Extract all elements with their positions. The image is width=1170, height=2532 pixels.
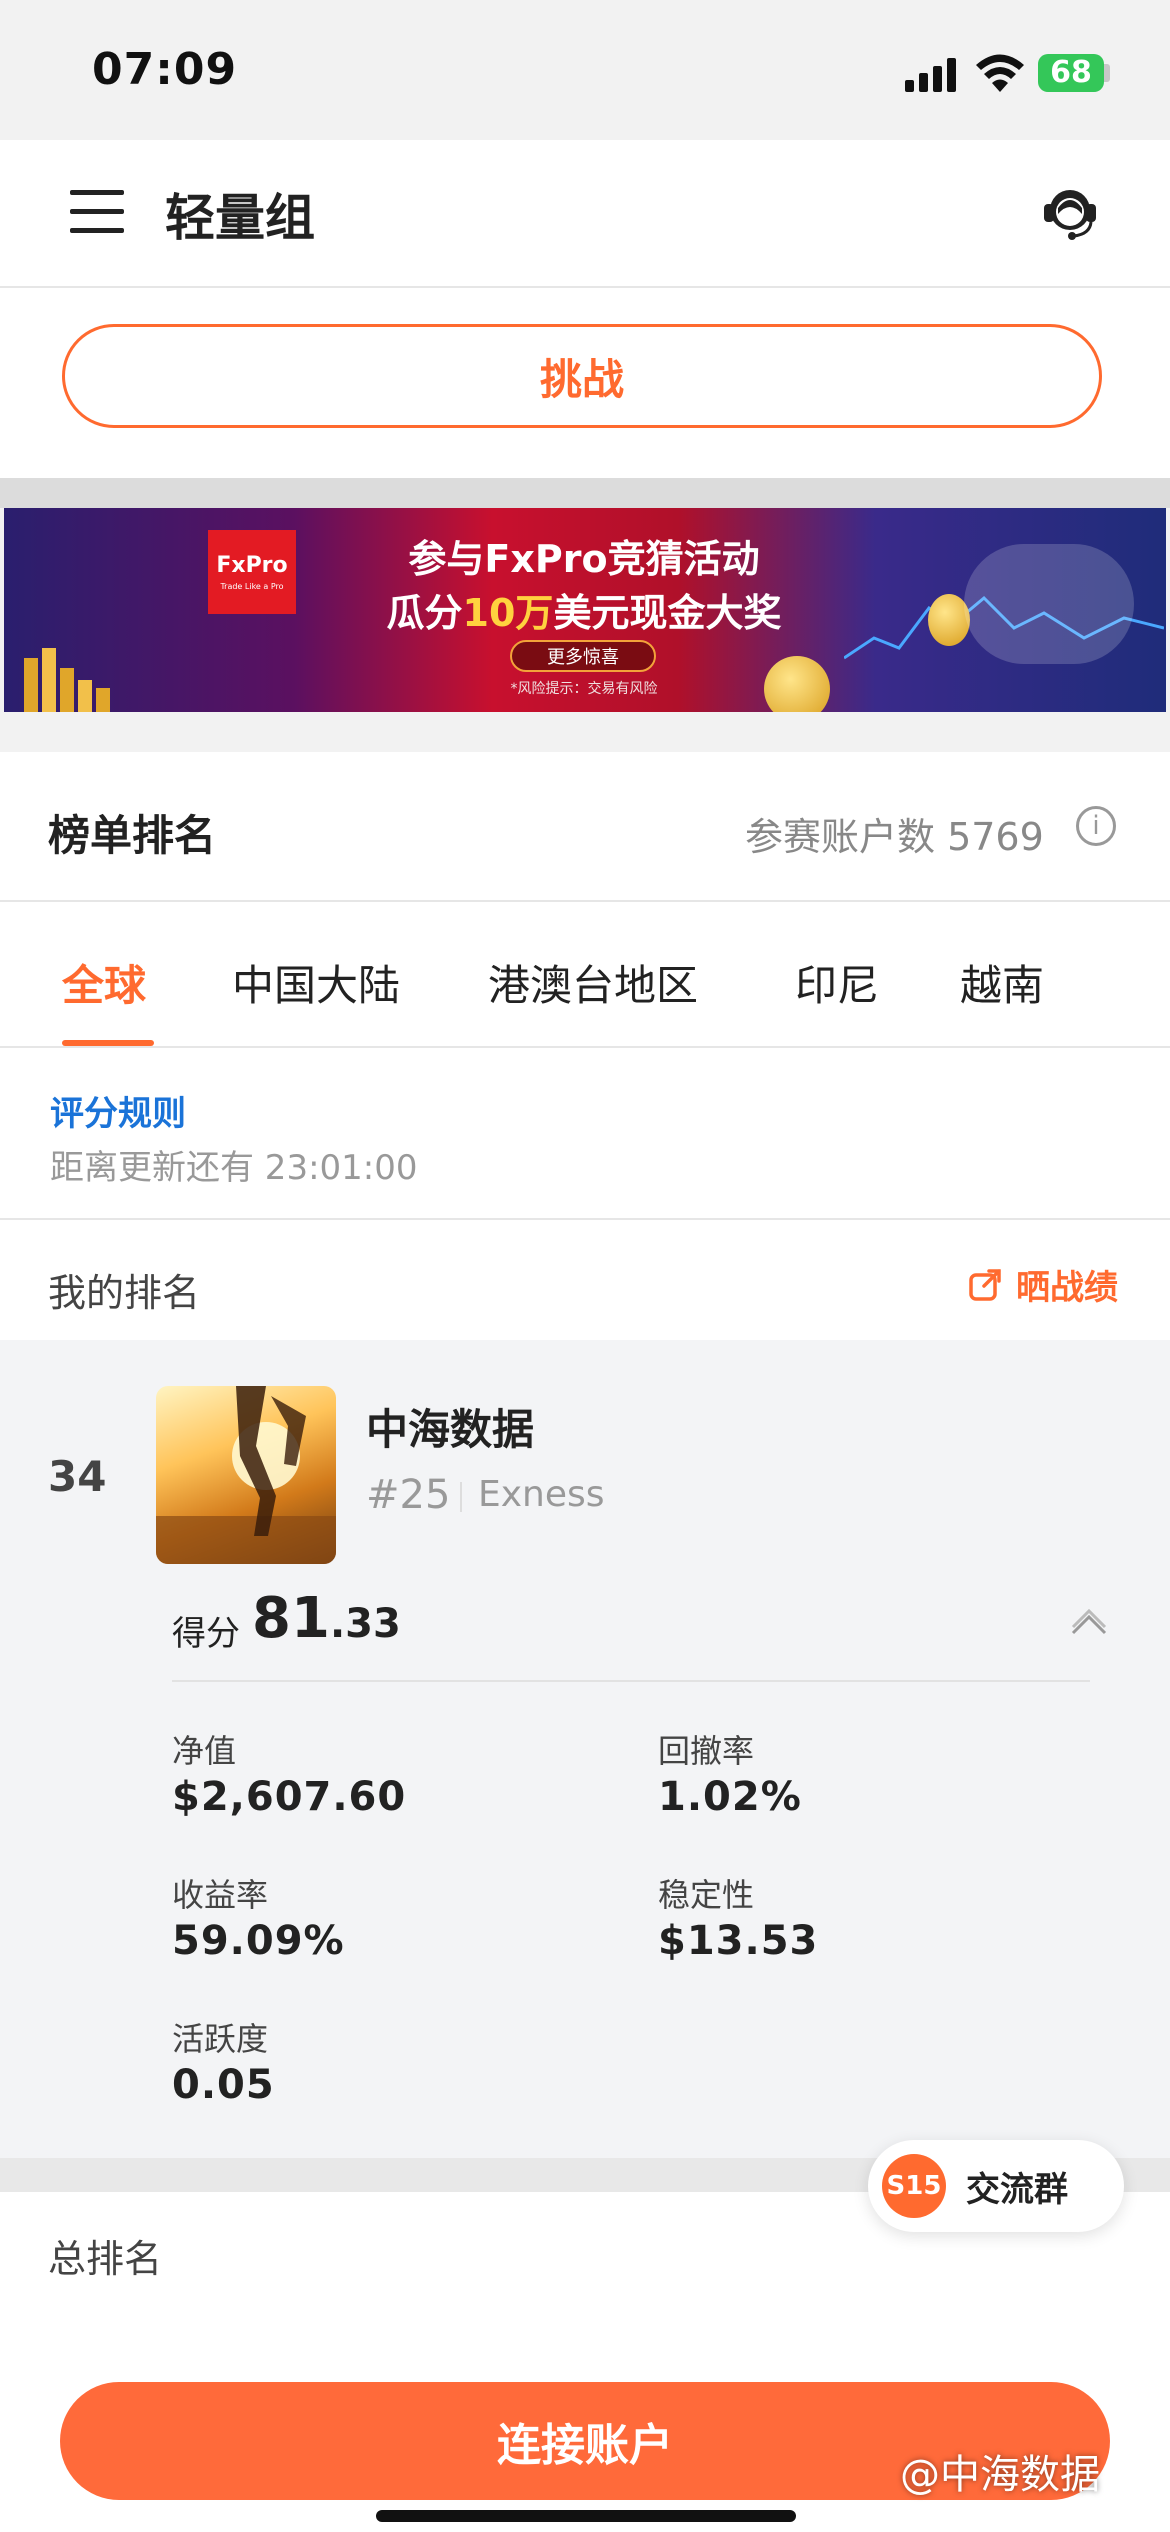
coin-stack-graphic	[24, 648, 110, 712]
tab-mainland-china[interactable]: 中国大陆	[232, 952, 400, 1013]
tab-hk-macau-taiwan[interactable]: 港澳台地区	[488, 952, 698, 1013]
leaderboard-title: 榜单排名	[48, 811, 217, 860]
score-label: 得分	[172, 1614, 240, 1654]
fxpro-logo: FxPro Trade Like a Pro	[208, 530, 296, 614]
chevron-up-icon[interactable]	[1070, 1608, 1108, 1636]
broker-name: Exness	[478, 1474, 605, 1515]
banner-more-button[interactable]: 更多惊喜	[510, 640, 656, 672]
metric-value-return: 59.09%	[172, 1918, 345, 1964]
page-title: 轻量组	[165, 189, 315, 247]
my-rank-card: 34 中海数据 #25 Exness 得分 81.33 净值 $2,607.60…	[0, 1340, 1170, 2158]
my-rank-title: 我的排名	[48, 1271, 201, 1315]
customer-service-icon[interactable]	[1038, 180, 1102, 244]
cellular-signal-icon	[905, 58, 956, 92]
metric-label-activity: 活跃度	[172, 2020, 269, 2058]
bottom-bar: 连接账户 @中海数据	[0, 2332, 1170, 2532]
chat-group-label: 交流群	[966, 2170, 1068, 2210]
battery-level: 68	[1050, 55, 1092, 90]
status-time: 07:09	[92, 44, 238, 95]
avatar	[156, 1386, 336, 1564]
share-results-button[interactable]: 晒战绩	[968, 1260, 1118, 1309]
runner-photo	[156, 1386, 336, 1564]
region-tabs: 全球 中国大陆 港澳台地区 印尼 越南	[0, 902, 1170, 1048]
info-icon[interactable]: i	[1076, 806, 1116, 846]
leaderboard-header: 榜单排名 参赛账户数 5769 i	[0, 752, 1170, 902]
menu-icon[interactable]	[70, 190, 124, 234]
metric-value-equity: $2,607.60	[172, 1774, 407, 1820]
banner-subheadline: 瓜分10万美元现金大奖	[386, 591, 782, 635]
rules-section: 评分规则 距离更新还有 23:01:00	[0, 1048, 1170, 1220]
account-name: 中海数据	[366, 1405, 535, 1454]
score-value: 81.33	[252, 1586, 401, 1651]
metric-label-return: 收益率	[172, 1876, 269, 1914]
home-indicator	[376, 2510, 796, 2522]
total-ranking-title: 总排名	[48, 2237, 163, 2281]
tab-global[interactable]: 全球	[62, 952, 146, 1013]
metric-label-stability: 稳定性	[658, 1876, 755, 1914]
share-label: 晒战绩	[1016, 1268, 1118, 1308]
update-countdown: 距离更新还有 23:01:00	[50, 1148, 418, 1188]
my-rank-header: 我的排名 晒战绩	[0, 1220, 1170, 1340]
battery-indicator: 68	[1038, 54, 1104, 92]
banner-headline: 参与FxPro竞猜活动	[408, 537, 760, 581]
share-icon	[969, 1268, 1001, 1301]
metric-label-drawdown: 回撤率	[658, 1732, 755, 1770]
section-gap	[0, 712, 1170, 752]
metric-value-drawdown: 1.02%	[658, 1774, 802, 1820]
tab-vietnam[interactable]: 越南	[960, 952, 1044, 1013]
section-gap	[0, 478, 1170, 508]
id-separator	[460, 1482, 462, 1512]
metric-label-equity: 净值	[172, 1732, 237, 1770]
battery-tip	[1104, 64, 1110, 82]
chat-group-badge: S15	[882, 2154, 946, 2218]
app-header: 轻量组	[0, 140, 1170, 288]
chat-group-button[interactable]: S15 交流群	[868, 2140, 1124, 2232]
challenge-section: 挑战	[0, 288, 1170, 478]
wifi-icon	[976, 54, 1024, 92]
divider	[172, 1680, 1090, 1682]
account-id: #25	[366, 1472, 451, 1518]
promo-banner[interactable]: FxPro Trade Like a Pro 参与FxPro竞猜活动 瓜分10万…	[4, 508, 1166, 712]
metric-value-activity: 0.05	[172, 2062, 275, 2108]
banner-risk-notice: *风险提示：交易有风险	[510, 681, 658, 697]
status-bar: 07:09 68	[0, 0, 1170, 140]
donkey-emblem-graphic	[964, 544, 1134, 664]
participant-count: 参赛账户数 5769	[745, 815, 1044, 859]
watermark: @中海数据	[900, 2452, 1100, 2498]
scoring-rules-link[interactable]: 评分规则	[50, 1086, 186, 1135]
active-tab-indicator	[62, 1040, 154, 1046]
rank-number: 34	[48, 1452, 107, 1501]
challenge-button[interactable]: 挑战	[62, 324, 1102, 428]
tab-indonesia[interactable]: 印尼	[795, 952, 879, 1013]
metric-value-stability: $13.53	[658, 1918, 819, 1964]
gold-coin-graphic	[764, 656, 830, 712]
